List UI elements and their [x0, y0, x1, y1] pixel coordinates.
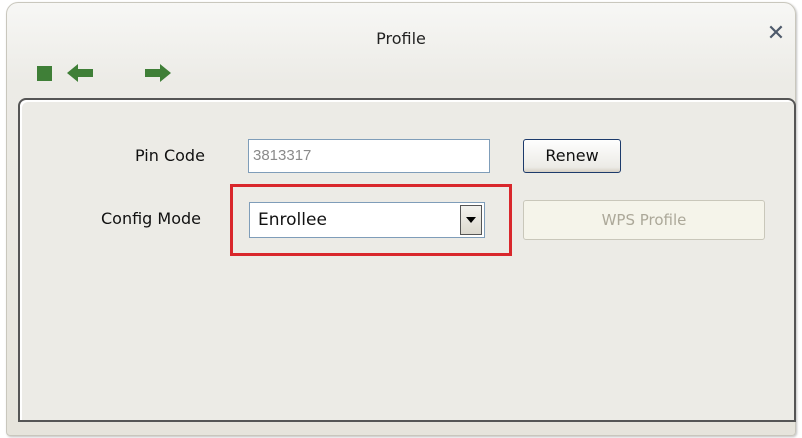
stop-icon[interactable]	[37, 66, 52, 81]
window-title: Profile	[376, 29, 426, 48]
back-arrow-icon[interactable]	[67, 63, 97, 83]
forward-arrow-icon[interactable]	[141, 63, 171, 83]
wps-profile-button: WPS Profile	[523, 200, 765, 240]
pin-code-label: Pin Code	[135, 146, 205, 165]
close-icon[interactable]: ✕	[765, 23, 787, 45]
highlight-box	[230, 184, 512, 256]
renew-button[interactable]: Renew	[523, 139, 621, 173]
config-mode-label: Config Mode	[101, 209, 202, 228]
pin-code-field[interactable]: 3813317	[248, 139, 490, 173]
